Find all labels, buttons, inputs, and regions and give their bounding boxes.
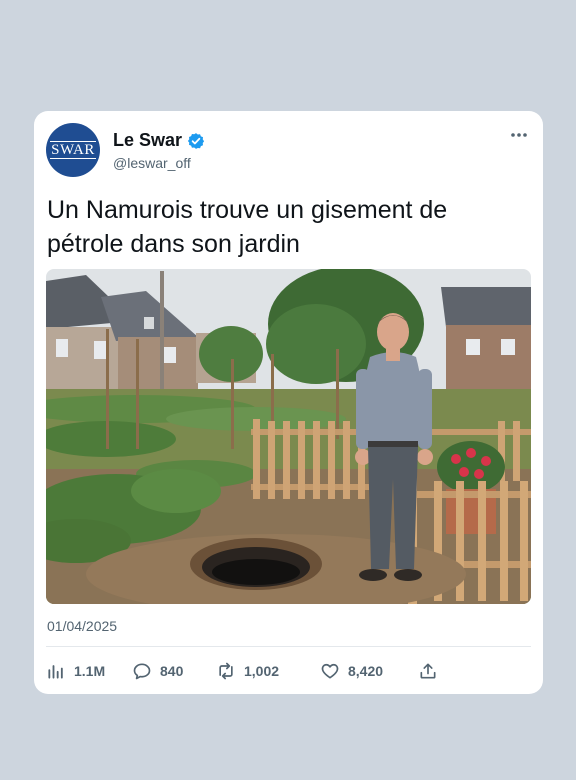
speech-bubble-icon [133, 663, 151, 680]
repost-icon [219, 662, 233, 680]
post-card: SWAR Le Swar @leswar_off Un Namurois tro… [34, 111, 543, 694]
action-bar: 1.1M 840 1,002 8,420 [46, 659, 438, 683]
post-image[interactable] [46, 269, 531, 604]
garden-photo [46, 269, 531, 604]
share-button[interactable] [418, 661, 438, 681]
display-name[interactable]: Le Swar [113, 130, 182, 151]
post-text: Un Namurois trouve un gisement de pétrol… [47, 196, 448, 258]
name-row: Le Swar [113, 130, 205, 151]
post-date[interactable]: 01/04/2025 [47, 618, 117, 634]
verified-badge-icon [187, 132, 205, 149]
heart-icon [321, 663, 339, 679]
divider [46, 646, 531, 647]
views-button[interactable]: 1.1M [46, 661, 132, 681]
handle[interactable]: @leswar_off [113, 155, 191, 171]
repost-button[interactable]: 1,002 [216, 661, 320, 681]
views-count: 1.1M [74, 663, 106, 679]
reply-button[interactable]: 840 [132, 661, 216, 681]
more-dots-icon [511, 133, 527, 137]
repost-count: 1,002 [244, 663, 280, 679]
avatar-logo-text: SWAR [50, 141, 96, 159]
like-button[interactable]: 8,420 [320, 661, 418, 681]
avatar[interactable]: SWAR [46, 123, 100, 177]
like-count: 8,420 [348, 663, 384, 679]
reply-count: 840 [160, 663, 184, 679]
share-icon [420, 663, 436, 679]
more-options-button[interactable] [507, 123, 531, 147]
bar-chart-icon [48, 665, 63, 679]
